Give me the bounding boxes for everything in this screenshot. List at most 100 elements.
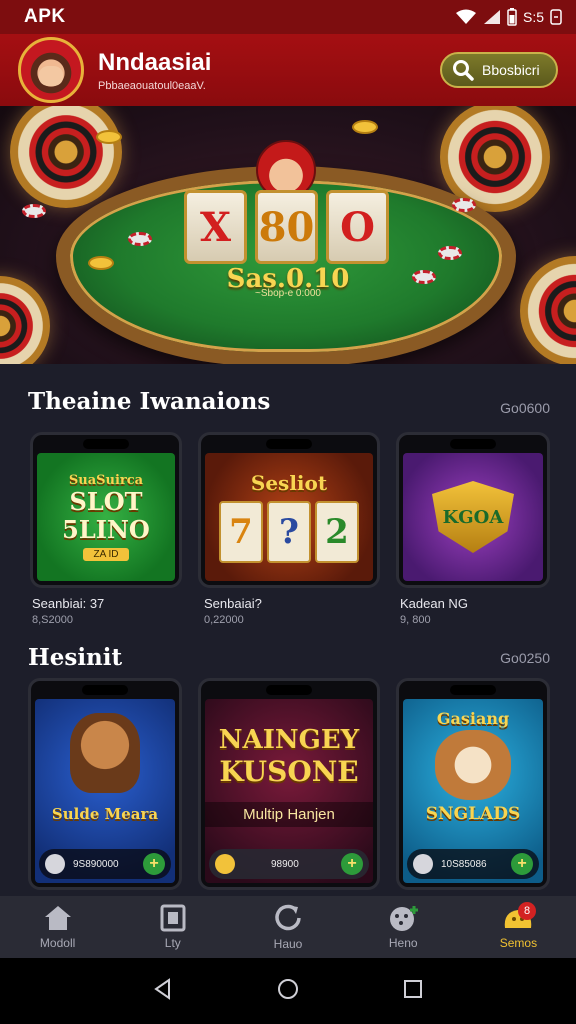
circle-home-icon bbox=[277, 978, 298, 999]
status-time: S:5 bbox=[522, 9, 544, 25]
phone-notch bbox=[266, 439, 312, 449]
profile-avatar[interactable] bbox=[18, 37, 84, 103]
slot-reel: ? bbox=[267, 501, 311, 563]
hero-reel: X bbox=[184, 190, 247, 264]
game-card-sulde-meara[interactable]: Sulde Meara 9S890000 + bbox=[28, 678, 182, 890]
nav-label: Modoll bbox=[39, 936, 76, 950]
hero-subtitle: ~Sbop-e 0:000 bbox=[255, 288, 321, 299]
game-action-bar: 98900 + bbox=[209, 849, 369, 879]
phone-notch bbox=[82, 685, 128, 695]
game-bar-text: 98900 bbox=[271, 858, 299, 870]
phone-notch bbox=[450, 685, 496, 695]
gold-coin bbox=[88, 256, 114, 270]
casino-chip bbox=[412, 270, 436, 284]
app-screen: APK S:5 Nndaasiai Pbbaeaouatoul0eaaV. Bb… bbox=[0, 0, 576, 1024]
section-more-hot[interactable]: Go0250 bbox=[500, 650, 550, 666]
refresh-icon bbox=[275, 904, 301, 931]
game-thumbnail: Sesliot 7 ? 2 bbox=[205, 453, 373, 581]
add-button[interactable]: + bbox=[143, 853, 165, 875]
nav-label: Hauo bbox=[273, 937, 303, 951]
app-name: Nndaasiai bbox=[98, 48, 212, 76]
section-title-featured: Theaine Iwanaions bbox=[28, 388, 271, 415]
game-title-line2: KUSONE bbox=[219, 755, 359, 788]
game-meta: 0,22000 bbox=[204, 614, 244, 626]
game-meta: 9, 800 bbox=[400, 614, 431, 626]
book-icon bbox=[160, 904, 186, 932]
search-icon bbox=[453, 60, 474, 81]
brand-block: Nndaasiai Pbbaeaouatoul0eaaV. bbox=[98, 49, 211, 92]
game-card-slot-machine[interactable]: Sesliot 7 ? 2 bbox=[198, 432, 380, 588]
game-caption: SNGLADS bbox=[425, 804, 521, 824]
game-card-slot-lino[interactable]: SuaSuirca SLOT 5LINO ZA ID bbox=[30, 432, 182, 588]
character-illustration bbox=[435, 730, 511, 800]
game-screen-title: Sesliot bbox=[250, 471, 328, 495]
app-header: Nndaasiai Pbbaeaouatoul0eaaV. Bbosbicri bbox=[0, 34, 576, 106]
player-avatar bbox=[413, 854, 433, 874]
game-thumbnail: KGOA bbox=[403, 453, 543, 581]
casino-chip bbox=[452, 198, 476, 212]
character-illustration bbox=[70, 713, 140, 793]
nav-label: Semos bbox=[499, 936, 538, 950]
game-screen-badge: ZA ID bbox=[83, 548, 129, 561]
phone-notch bbox=[266, 685, 312, 695]
slot-reel: 2 bbox=[315, 501, 359, 563]
game-caption: Multip Hanjen bbox=[205, 802, 373, 827]
game-name: Senbaiai? bbox=[204, 596, 262, 611]
section-more-featured[interactable]: Go0600 bbox=[500, 400, 550, 416]
game-action-bar: 9S890000 + bbox=[39, 849, 171, 879]
hero-banner[interactable]: X 80 O Sas.0.10 ~Sbop-e 0:000 bbox=[0, 106, 576, 364]
game-action-bar: 10S85086 + bbox=[407, 849, 539, 879]
slot-reel: 7 bbox=[219, 501, 263, 563]
game-card-naingey-kusone[interactable]: NAINGEY KUSONE Multip Hanjen 98900 + bbox=[198, 678, 380, 890]
battery-icon bbox=[507, 8, 517, 26]
game-card-kgoa[interactable]: KGOA bbox=[396, 432, 550, 588]
notification-badge: 8 bbox=[518, 902, 537, 920]
game-card-sngl-ads[interactable]: Gasiang SNGLADS 10S85086 + bbox=[396, 678, 550, 890]
game-screen-title: SuaSuirca bbox=[68, 473, 144, 488]
nav-item-library[interactable]: Lty bbox=[115, 896, 230, 958]
status-icons: S:5 bbox=[455, 8, 562, 26]
hero-reel: O bbox=[326, 190, 389, 264]
game-meta: 8,S2000 bbox=[32, 614, 73, 626]
square-recents-icon bbox=[404, 979, 423, 998]
nav-item-games[interactable]: Heno bbox=[346, 896, 461, 958]
system-navigation bbox=[0, 958, 576, 1024]
nav-label: Lty bbox=[164, 936, 181, 950]
wifi-icon bbox=[455, 9, 476, 24]
phone-notch bbox=[83, 439, 129, 449]
home-system-button[interactable] bbox=[277, 978, 299, 1005]
hero-reel: 80 bbox=[255, 190, 318, 264]
signal-icon bbox=[483, 10, 500, 24]
section-title-hot: Hesinit bbox=[28, 644, 123, 671]
casino-chip bbox=[438, 246, 462, 260]
shield-emblem: KGOA bbox=[432, 481, 514, 553]
nav-item-home[interactable]: Modoll bbox=[0, 896, 115, 958]
add-button[interactable]: + bbox=[341, 853, 363, 875]
game-title-line1: NAINGEY bbox=[218, 725, 360, 755]
game-bar-text: 9S890000 bbox=[73, 858, 119, 870]
nav-item-bonus[interactable]: 8 Semos bbox=[461, 896, 576, 958]
back-button[interactable] bbox=[152, 977, 174, 1005]
search-button[interactable]: Bbosbicri bbox=[440, 52, 558, 88]
casino-chip bbox=[128, 232, 152, 246]
slot-reels: 7 ? 2 bbox=[219, 501, 359, 563]
game-caption: Sulde Meara bbox=[51, 805, 159, 823]
nav-label: Heno bbox=[388, 936, 418, 950]
recents-button[interactable] bbox=[402, 978, 424, 1005]
game-screen-main: SLOT 5LINO bbox=[62, 487, 150, 544]
game-screen-title: Gasiang bbox=[436, 709, 510, 728]
search-label: Bbosbicri bbox=[482, 62, 540, 78]
add-button[interactable]: + bbox=[511, 853, 533, 875]
roulette-wheel-left bbox=[10, 106, 122, 208]
nav-item-refresh[interactable]: Hauo bbox=[230, 896, 345, 958]
game-bar-text: 10S85086 bbox=[441, 858, 487, 870]
game-name: Seanbiai: 37 bbox=[32, 596, 105, 611]
app-tagline: Pbbaeaouatoul0eaaV. bbox=[98, 79, 206, 92]
hero-reels: X 80 O bbox=[184, 190, 389, 264]
gamepad-icon bbox=[390, 906, 419, 931]
carrier-label: APK bbox=[24, 6, 66, 27]
phone-notch bbox=[450, 439, 496, 449]
player-avatar bbox=[45, 854, 65, 874]
notification-icon bbox=[550, 9, 562, 25]
home-icon bbox=[44, 906, 71, 930]
